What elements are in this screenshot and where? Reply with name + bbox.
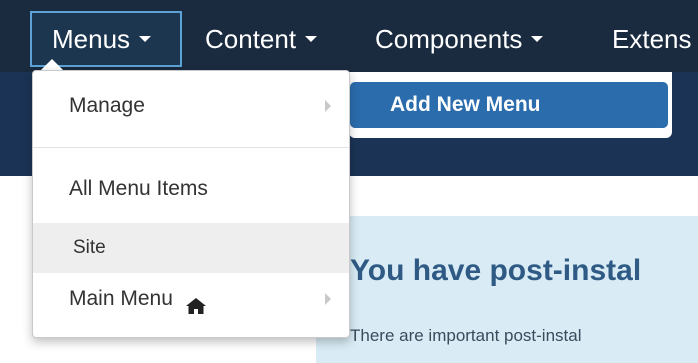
dropdown-item-all-menu-items[interactable]: All Menu Items bbox=[33, 167, 349, 211]
dropdown-header-site-label: Site bbox=[73, 237, 106, 258]
nav-extensions-label: Extens bbox=[612, 24, 692, 54]
nav-content-label: Content bbox=[205, 24, 297, 54]
add-new-menu-button[interactable]: Add New Menu bbox=[350, 82, 668, 128]
chevron-right-icon bbox=[325, 100, 331, 112]
dropdown-item-manage[interactable]: Manage bbox=[33, 84, 349, 128]
nav-components-label: Components bbox=[375, 24, 523, 54]
top-navbar: Menus Content Components Extens bbox=[0, 0, 698, 72]
chevron-right-icon bbox=[325, 293, 331, 305]
dropdown-item-all-menu-items-label: All Menu Items bbox=[69, 177, 208, 200]
nav-extensions[interactable]: Extens bbox=[612, 11, 692, 67]
nav-menus-label: Menus bbox=[52, 24, 131, 54]
caret-down-icon bbox=[531, 36, 544, 43]
notice-text: There are important post-instal bbox=[350, 326, 582, 345]
caret-down-icon bbox=[305, 36, 318, 43]
home-icon bbox=[185, 287, 207, 315]
nav-content[interactable]: Content bbox=[205, 11, 318, 67]
caret-down-icon bbox=[139, 36, 152, 43]
menus-dropdown: Manage All Menu Items Site Main Menu bbox=[32, 70, 350, 338]
dropdown-item-main-menu-label: Main Menu bbox=[69, 287, 173, 310]
dropdown-item-manage-label: Manage bbox=[69, 94, 145, 117]
dropdown-header-site: Site bbox=[33, 223, 349, 273]
nav-components[interactable]: Components bbox=[375, 11, 544, 67]
notice-title: You have post-instal bbox=[350, 254, 642, 287]
dropdown-item-main-menu[interactable]: Main Menu bbox=[33, 277, 349, 321]
dropdown-divider bbox=[33, 147, 349, 148]
